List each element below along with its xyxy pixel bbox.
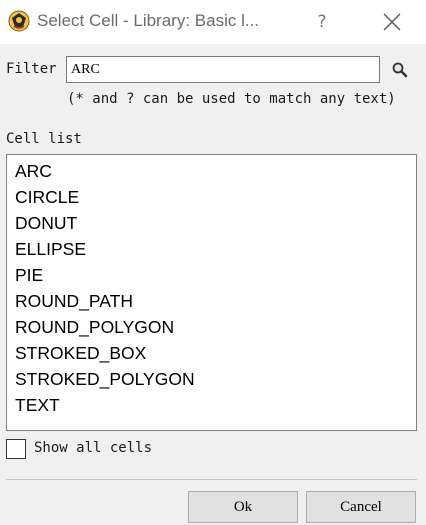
ok-button[interactable]: Ok — [188, 491, 298, 523]
list-item[interactable]: PIE — [7, 262, 416, 288]
show-all-cells-checkbox[interactable] — [6, 439, 26, 459]
title-bar: Select Cell - Library: Basic l... ? — [0, 0, 426, 44]
filter-input[interactable] — [66, 56, 380, 83]
list-item[interactable]: STROKED_BOX — [7, 340, 416, 366]
list-item[interactable]: STROKED_POLYGON — [7, 366, 416, 392]
list-item[interactable]: TEXT — [7, 392, 416, 418]
window-title: Select Cell - Library: Basic l... — [37, 11, 260, 30]
cell-list[interactable]: ARC CIRCLE DONUT ELLIPSE PIE ROUND_PATH … — [6, 154, 417, 431]
magnifier-icon — [388, 62, 412, 86]
help-button[interactable]: ? — [304, 4, 340, 40]
close-icon — [374, 13, 410, 44]
filter-label: Filter — [6, 61, 57, 77]
divider — [6, 479, 417, 480]
filter-hint: (* and ? can be used to match any text) — [67, 91, 396, 107]
list-item[interactable]: ARC — [7, 158, 416, 184]
search-button[interactable] — [388, 58, 412, 82]
select-cell-dialog: Select Cell - Library: Basic l... ? Filt… — [0, 0, 426, 525]
show-all-cells-label[interactable]: Show all cells — [34, 440, 152, 456]
list-item[interactable]: ROUND_PATH — [7, 288, 416, 314]
cell-list-label: Cell list — [6, 131, 82, 147]
cancel-button[interactable]: Cancel — [306, 491, 416, 523]
app-logo-icon — [8, 10, 30, 32]
list-item[interactable]: DONUT — [7, 210, 416, 236]
list-item[interactable]: ELLIPSE — [7, 236, 416, 262]
close-button[interactable] — [374, 4, 410, 40]
list-item[interactable]: CIRCLE — [7, 184, 416, 210]
list-item[interactable]: ROUND_POLYGON — [7, 314, 416, 340]
